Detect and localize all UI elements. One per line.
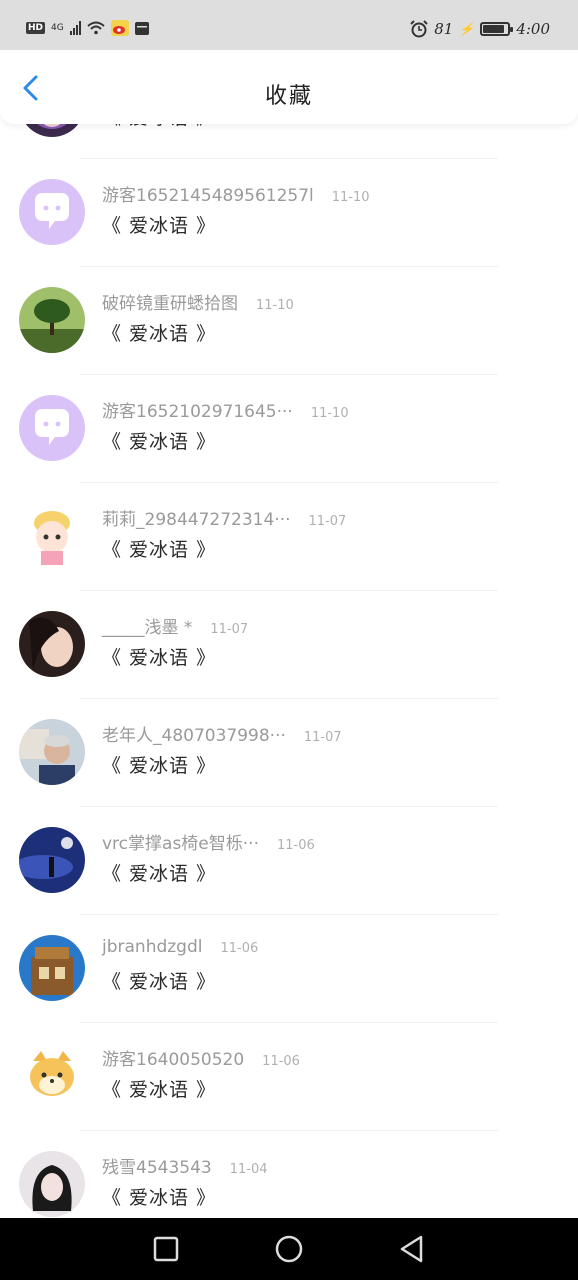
network-type: 4G bbox=[51, 23, 64, 33]
home-icon[interactable] bbox=[274, 1234, 304, 1264]
item-meta: 残雪4543543 11-04 bbox=[102, 1153, 268, 1178]
avatar[interactable] bbox=[19, 395, 85, 461]
alarm-icon bbox=[410, 20, 428, 38]
item-meta: 游客1652102971645··· 11-10 bbox=[102, 397, 349, 422]
favorites-list-inner: 前世今娟11-10《 爱冰语 》游客1652145489561257l 11-10… bbox=[0, 124, 578, 1218]
item-meta: vrc掌撑as椅e智栎··· 11-06 bbox=[102, 829, 315, 854]
battery-icon bbox=[480, 22, 514, 36]
timestamp: 11-06 bbox=[220, 941, 259, 956]
favorite-content[interactable]: 《 爱冰语 》 bbox=[102, 751, 216, 778]
username[interactable]: _____浅墨 * bbox=[102, 613, 192, 638]
list-item[interactable]: 残雪4543543 11-04 《 爱冰语 》 bbox=[0, 1131, 578, 1218]
wifi-icon bbox=[87, 21, 105, 35]
list-item[interactable]: 游客1652145489561257l 11-10 《 爱冰语 》 bbox=[0, 159, 578, 267]
username[interactable]: 游客1640050520 bbox=[102, 1045, 244, 1070]
item-meta: 老年人_4807037998··· 11-07 bbox=[102, 721, 342, 746]
list-item[interactable]: 前世今娟11-10《 爱冰语 》 bbox=[0, 124, 578, 159]
avatar[interactable] bbox=[19, 611, 85, 677]
system-nav-bar bbox=[0, 1218, 578, 1280]
timestamp: 11-07 bbox=[210, 622, 249, 637]
username[interactable]: 游客1652102971645··· bbox=[102, 397, 293, 422]
avatar[interactable] bbox=[19, 124, 85, 137]
favorites-list[interactable]: 前世今娟11-10《 爱冰语 》游客1652145489561257l 11-10… bbox=[0, 124, 578, 1218]
list-item[interactable]: 破碎镜重研蟋拾图 11-10 《 爱冰语 》 bbox=[0, 267, 578, 375]
avatar[interactable] bbox=[19, 179, 85, 245]
favorite-content[interactable]: 《 爱冰语 》 bbox=[102, 1075, 216, 1102]
list-item[interactable]: jbranhdzgdl 11-06 《 爱冰语 》 bbox=[0, 915, 578, 1023]
charging-icon: ⚡ bbox=[459, 22, 475, 36]
status-bar: HD 4G 81 ⚡ 4:00 bbox=[0, 0, 578, 50]
avatar[interactable] bbox=[19, 503, 85, 569]
hd-badge: HD bbox=[26, 22, 46, 34]
list-item[interactable]: 老年人_4807037998··· 11-07 《 爱冰语 》 bbox=[0, 699, 578, 807]
username[interactable]: 破碎镜重研蟋拾图 bbox=[102, 289, 238, 314]
list-item[interactable]: _____浅墨 * 11-07 《 爱冰语 》 bbox=[0, 591, 578, 699]
calendar-icon bbox=[134, 22, 149, 35]
recent-apps-icon[interactable] bbox=[151, 1234, 181, 1264]
status-icons-left: HD 4G bbox=[26, 20, 149, 36]
avatar[interactable] bbox=[19, 935, 85, 1001]
page-title: 收藏 bbox=[264, 84, 313, 109]
favorite-content[interactable]: 《 爱冰语 》 bbox=[102, 967, 216, 994]
app-header: 收藏 bbox=[0, 50, 578, 124]
favorite-content[interactable]: 《 爱冰语 》 bbox=[102, 535, 216, 562]
timestamp: 11-10 bbox=[310, 406, 349, 421]
username[interactable]: 残雪4543543 bbox=[102, 1153, 212, 1178]
weibo-icon bbox=[110, 20, 129, 36]
timestamp: 11-06 bbox=[276, 838, 315, 853]
favorite-content[interactable]: 《 爱冰语 》 bbox=[102, 211, 216, 238]
list-item[interactable]: 莉莉_298447272314··· 11-07 《 爱冰语 》 bbox=[0, 483, 578, 591]
favorite-content[interactable]: 《 爱冰语 》 bbox=[102, 643, 216, 670]
item-meta: 游客1652145489561257l 11-10 bbox=[102, 181, 370, 206]
avatar[interactable] bbox=[19, 719, 85, 785]
username[interactable]: vrc掌撑as椅e智栎··· bbox=[102, 829, 259, 854]
list-item[interactable]: 游客1640050520 11-06 《 爱冰语 》 bbox=[0, 1023, 578, 1131]
username[interactable]: 老年人_4807037998··· bbox=[102, 721, 286, 746]
battery-percent: 81 bbox=[434, 20, 454, 38]
avatar[interactable] bbox=[19, 1151, 85, 1217]
timestamp: 11-07 bbox=[303, 730, 342, 745]
favorite-content[interactable]: 《 爱冰语 》 bbox=[102, 319, 216, 346]
list-item[interactable]: 游客1652102971645··· 11-10 《 爱冰语 》 bbox=[0, 375, 578, 483]
clock: 4:00 bbox=[516, 20, 550, 38]
username[interactable]: 莉莉_298447272314··· bbox=[102, 505, 291, 530]
timestamp: 11-07 bbox=[308, 514, 347, 529]
avatar[interactable] bbox=[19, 827, 85, 893]
item-meta: _____浅墨 * 11-07 bbox=[102, 613, 248, 638]
item-meta: 游客1640050520 11-06 bbox=[102, 1045, 300, 1070]
favorite-content[interactable]: 《 爱冰语 》 bbox=[102, 124, 216, 130]
username[interactable]: jbranhdzgdl bbox=[102, 937, 203, 957]
favorite-content[interactable]: 《 爱冰语 》 bbox=[102, 427, 216, 454]
status-icons-right: 81 ⚡ 4:00 bbox=[410, 20, 550, 38]
signal-icon bbox=[69, 21, 81, 35]
username[interactable]: 游客1652145489561257l bbox=[102, 181, 314, 206]
timestamp: 11-10 bbox=[331, 190, 370, 205]
item-meta: jbranhdzgdl 11-06 bbox=[102, 937, 258, 957]
timestamp: 11-04 bbox=[229, 1162, 268, 1177]
battery-fill bbox=[483, 25, 505, 33]
favorite-content[interactable]: 《 爱冰语 》 bbox=[102, 1183, 216, 1210]
list-item[interactable]: vrc掌撑as椅e智栎··· 11-06 《 爱冰语 》 bbox=[0, 807, 578, 915]
back-nav-icon[interactable] bbox=[397, 1234, 427, 1264]
timestamp: 11-10 bbox=[256, 298, 294, 313]
timestamp: 11-06 bbox=[262, 1054, 300, 1069]
item-meta: 破碎镜重研蟋拾图 11-10 bbox=[102, 289, 294, 314]
avatar[interactable] bbox=[19, 287, 85, 353]
favorite-content[interactable]: 《 爱冰语 》 bbox=[102, 859, 216, 886]
item-meta: 莉莉_298447272314··· 11-07 bbox=[102, 505, 346, 530]
avatar[interactable] bbox=[19, 1043, 85, 1109]
